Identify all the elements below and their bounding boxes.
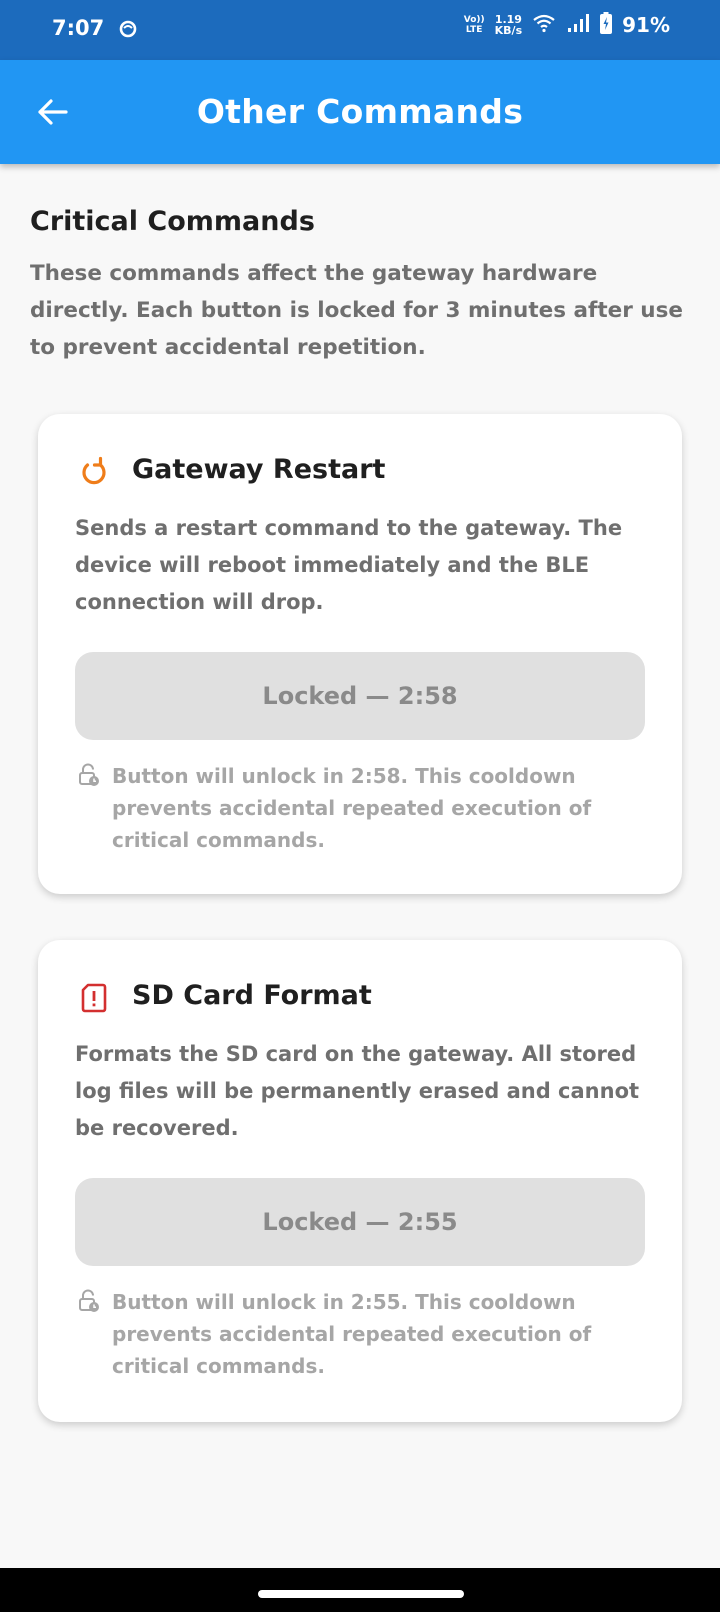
section-title: Critical Commands: [30, 206, 315, 237]
card-description: Sends a restart command to the gateway. …: [75, 516, 623, 614]
section-description: These commands affect the gateway hardwa…: [30, 261, 683, 360]
cooldown-text: Button will unlock in 2:58. This cooldow…: [112, 764, 592, 852]
lock-clock-icon: [78, 763, 100, 787]
status-bar: 7:07 Vo)) LTE 1.19 KB/s 91%: [0, 0, 720, 60]
sd-card-format-card: SD Card Format Formats the SD card on th…: [38, 940, 682, 1422]
status-indicators: Vo)) LTE 1.19 KB/s 91%: [464, 12, 670, 38]
app-bar: Other Commands: [0, 60, 720, 164]
page-title: Other Commands: [196, 92, 524, 131]
gateway-restart-card: Gateway Restart Sends a restart command …: [38, 414, 682, 894]
net-speed-unit: KB/s: [494, 24, 523, 37]
restart-icon: [78, 456, 110, 488]
gateway-restart-button[interactable]: Locked — 2:58: [75, 652, 645, 740]
sync-icon: [118, 19, 138, 43]
card-title: Gateway Restart: [132, 454, 386, 485]
net-speed: 1.19 KB/s: [495, 14, 522, 36]
cooldown-text: Button will unlock in 2:55. This cooldow…: [112, 1290, 592, 1378]
status-time: 7:07: [52, 16, 105, 40]
battery-percent: 91%: [622, 13, 670, 37]
sd-card-format-button[interactable]: Locked — 2:55: [75, 1178, 645, 1266]
card-title: SD Card Format: [132, 980, 372, 1011]
sd-card-alert-icon: [78, 982, 110, 1014]
card-description: Formats the SD card on the gateway. All …: [75, 1042, 640, 1140]
volte-top: Vo)): [463, 15, 485, 25]
lock-clock-icon: [78, 1289, 100, 1313]
home-gesture-handle[interactable]: [258, 1590, 464, 1598]
wifi-icon: [532, 13, 556, 37]
signal-icon: [566, 13, 590, 37]
volte-bottom: LTE: [465, 25, 483, 35]
volte-indicator: Vo)) LTE: [464, 15, 485, 35]
battery-icon: [600, 12, 613, 38]
